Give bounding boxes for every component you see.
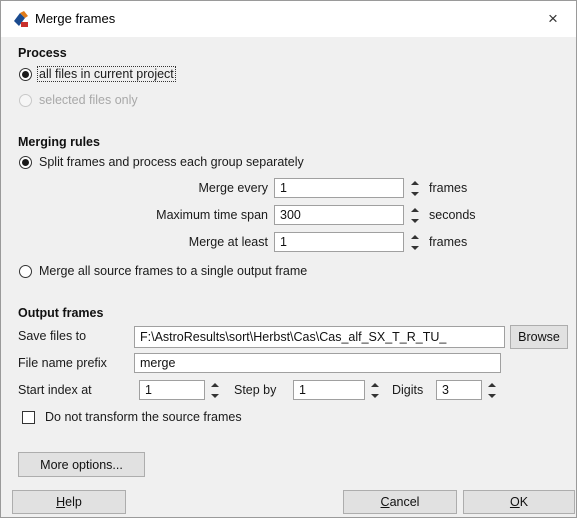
merge-every-label: Merge every (198, 181, 268, 195)
radio-all-files[interactable]: all files in current project (19, 66, 176, 82)
spin-down-icon[interactable] (209, 391, 221, 400)
start-index-spinner[interactable] (209, 380, 221, 400)
no-transform-checkbox[interactable] (22, 410, 35, 424)
merge-at-least-unit: frames (429, 235, 468, 249)
radio-split-frames[interactable]: Split frames and process each group sepa… (19, 155, 304, 169)
merge-at-least-input[interactable]: 1 (274, 232, 404, 252)
file-name-prefix-label: File name prefix (18, 356, 107, 370)
step-by-spinner[interactable] (369, 380, 381, 400)
spin-up-icon[interactable] (369, 380, 381, 389)
merging-rules-section-title: Merging rules (18, 135, 100, 149)
radio-all-files-indicator[interactable] (19, 67, 32, 81)
start-index-label: Start index at (18, 383, 92, 397)
merge-every-unit: frames (429, 181, 468, 195)
close-button[interactable]: × (530, 1, 576, 37)
merge-every-spinner[interactable] (409, 178, 421, 198)
output-frames-section-title: Output frames (18, 306, 104, 320)
max-time-span-label: Maximum time span (156, 208, 268, 222)
radio-selected-files-label: selected files only (39, 93, 138, 107)
digits-spinner[interactable] (486, 380, 498, 400)
merge-at-least-label: Merge at least (188, 235, 268, 249)
radio-merge-all-single-indicator[interactable] (19, 264, 32, 278)
step-by-label: Step by (234, 383, 277, 397)
more-options-button[interactable]: More options... (18, 452, 145, 477)
digits-input[interactable]: 3 (436, 380, 482, 400)
app-icon (14, 11, 28, 27)
file-name-prefix-input[interactable]: merge (134, 353, 501, 373)
spin-up-icon[interactable] (209, 380, 221, 389)
cancel-button-label: ancel (389, 495, 420, 509)
spin-down-icon[interactable] (409, 243, 421, 252)
radio-all-files-label: all files in current project (37, 66, 176, 82)
no-transform-label: Do not transform the source frames (45, 410, 242, 424)
radio-split-frames-label: Split frames and process each group sepa… (39, 155, 304, 169)
merge-at-least-spinner[interactable] (409, 232, 421, 252)
title-bar: Merge frames × (1, 1, 576, 37)
ok-button-mnemonic: O (509, 495, 520, 509)
max-time-span-unit: seconds (429, 208, 476, 222)
cancel-button-mnemonic: C (380, 495, 390, 509)
max-time-span-input[interactable]: 300 (274, 205, 404, 225)
radio-selected-files-indicator[interactable] (19, 93, 32, 107)
save-files-label: Save files to (18, 329, 87, 343)
merge-frames-dialog: Merge frames × Process all files in curr… (0, 0, 577, 518)
radio-split-frames-indicator[interactable] (19, 155, 32, 169)
spin-down-icon[interactable] (409, 216, 421, 225)
window-title: Merge frames (35, 11, 116, 26)
max-time-span-spinner[interactable] (409, 205, 421, 225)
no-transform-checkbox-row[interactable]: Do not transform the source frames (22, 410, 242, 424)
radio-selected-files[interactable]: selected files only (19, 93, 138, 107)
step-by-input[interactable]: 1 (293, 380, 365, 400)
digits-label: Digits (392, 383, 424, 397)
spin-up-icon[interactable] (409, 178, 421, 187)
merge-every-input[interactable]: 1 (274, 178, 404, 198)
help-button[interactable]: Help (12, 490, 126, 514)
cancel-button[interactable]: Cancel (343, 490, 457, 514)
radio-merge-all-single[interactable]: Merge all source frames to a single outp… (19, 264, 307, 278)
spin-down-icon[interactable] (409, 189, 421, 198)
process-section-title: Process (18, 46, 67, 60)
ok-button[interactable]: OK (463, 490, 575, 514)
help-button-mnemonic: H (56, 495, 66, 509)
spin-down-icon[interactable] (369, 391, 381, 400)
ok-button-label: K (519, 495, 529, 509)
close-icon: × (548, 9, 558, 28)
browse-button[interactable]: Browse (510, 325, 568, 349)
spin-up-icon[interactable] (409, 205, 421, 214)
start-index-input[interactable]: 1 (139, 380, 205, 400)
save-files-path-input[interactable]: F:\AstroResults\sort\Herbst\Cas\Cas_alf_… (134, 326, 505, 348)
spin-up-icon[interactable] (409, 232, 421, 241)
spin-up-icon[interactable] (486, 380, 498, 389)
spin-down-icon[interactable] (486, 391, 498, 400)
radio-merge-all-single-label: Merge all source frames to a single outp… (39, 264, 308, 278)
help-button-label: elp (65, 495, 82, 509)
